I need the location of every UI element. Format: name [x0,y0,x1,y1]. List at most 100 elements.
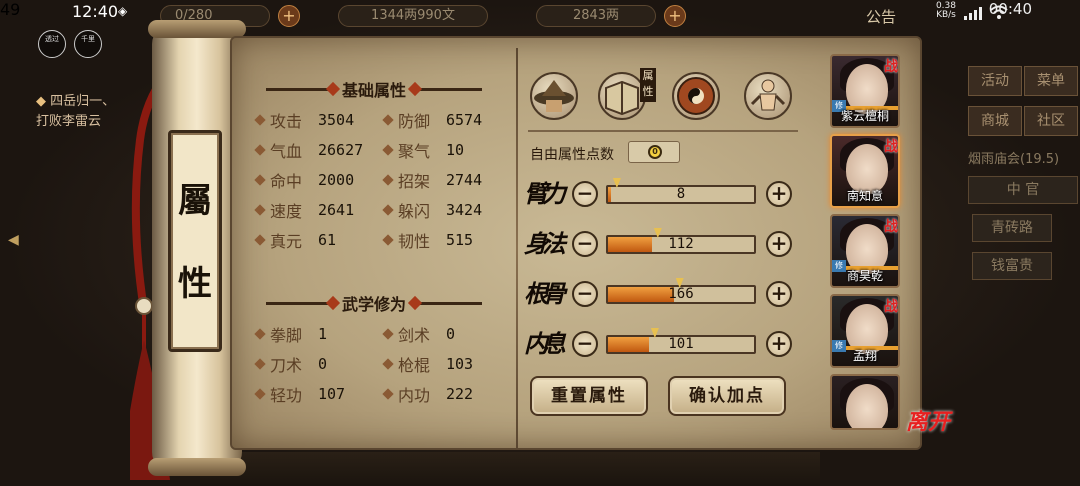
float-button-1[interactable]: 透过 [38,30,66,58]
character-card[interactable]: 战修商昊乾 [830,214,900,288]
reset-attributes-button[interactable]: 重置属性 [530,376,648,416]
diamond-bullet-icon [382,234,394,246]
add-resource-button[interactable]: + [278,5,300,27]
rich-button[interactable]: 钱富贵 [972,252,1052,280]
battle-badge: 战 [884,139,898,155]
panel-divider [516,48,518,448]
stat-value: 3424 [446,201,483,219]
stat-label: 内功 [398,386,431,405]
martial-stat-item: 剑术 0 [382,320,456,348]
free-points-value: 0 [648,145,662,159]
stat-label: 招架 [398,172,431,191]
activity-button[interactable]: 活动 [968,66,1022,96]
stat-value: 107 [318,385,346,403]
hat-icon [534,80,574,112]
increase-button[interactable]: + [766,331,792,357]
attribute-row: 身法 − 112 + [522,226,802,262]
stat-value: 61 [318,231,337,249]
character-card[interactable]: 战修紫云檀桐 [830,54,900,128]
leave-button[interactable]: 离开 [906,404,950,436]
confirm-points-button[interactable]: 确认加点 [668,376,786,416]
tab-meridian[interactable] [744,72,792,120]
bagua-icon [677,77,715,115]
diamond-bullet-icon [254,114,266,126]
diamond-bullet-icon [254,358,266,370]
community-button[interactable]: 社区 [1024,106,1078,136]
meridian-figure-icon [750,79,786,111]
road-button[interactable]: 青砖路 [972,214,1052,242]
martial-stats-title: 武学修为 [256,290,492,316]
diamond-bullet-icon [382,358,394,370]
stat-value: 0 [446,325,456,343]
stat-label: 攻击 [270,112,303,131]
attribute-bar: 112 [606,235,756,254]
tab-equipment[interactable] [530,72,578,120]
attribute-value: 8 [676,186,686,202]
tab-attributes[interactable] [598,72,646,120]
attribute-name: 臂力 [524,179,566,208]
diamond-bullet-icon [254,144,266,156]
add-silver-button[interactable]: + [664,5,686,27]
stat-value: 103 [446,355,474,373]
menu-button[interactable]: 菜单 [1024,66,1078,96]
diamond-bullet-icon [254,174,266,186]
diamond-bullet-icon [254,204,266,216]
quest-tracker[interactable]: ◆ 四岳归一、 打败李雷云 [36,92,115,132]
diamond-bullet-icon [382,114,394,126]
increase-button[interactable]: + [766,281,792,307]
basic-stat-item: 防御 6574 [382,106,483,134]
basic-stats-title: 基础属性 [256,76,492,102]
decrease-button[interactable]: − [572,231,598,257]
diamond-bullet-icon [254,388,266,400]
stat-label: 轻功 [270,386,303,405]
decrease-button[interactable]: − [572,181,598,207]
collapse-arrow-icon[interactable]: ◀ [8,232,26,254]
attribute-bar: 166 [606,285,756,304]
stat-value: 2000 [318,171,355,189]
character-card[interactable] [830,374,900,430]
book-icon [605,80,639,116]
stat-value: 0 [318,355,328,373]
tab-bagua[interactable] [672,72,720,120]
increase-button[interactable]: + [766,231,792,257]
diamond-bullet-icon [382,388,394,400]
bottom-menu-bar [200,452,820,486]
attribute-row: 根骨 − 166 + [522,276,802,312]
character-card[interactable]: 战南知意 [830,134,900,208]
layers-icon: ◈ [118,4,128,18]
stat-label: 刀术 [270,356,303,375]
decrease-button[interactable]: − [572,281,598,307]
martial-stat-item: 内功 222 [382,380,473,408]
stat-label: 聚气 [398,142,431,161]
game-screen: { "status_bar": {"time_left": "12:40", "… [0,0,1080,486]
increase-button[interactable]: + [766,181,792,207]
character-card[interactable]: 战修孟翔 [830,294,900,368]
announcement-button[interactable]: 公告 [866,6,896,27]
shop-button[interactable]: 商城 [968,106,1022,136]
diamond-bullet-icon [382,204,394,216]
basic-stat-item: 攻击 3504 [254,106,354,134]
middle-tab[interactable]: 中 官 [968,176,1078,204]
basic-stat-item: 气血 26627 [254,136,363,164]
coins-display: 1344两990文 [338,5,488,27]
tab-active-label: 属性 [640,68,656,102]
decrease-button[interactable]: − [572,331,598,357]
clock-left: 12:40 [72,2,119,21]
event-label[interactable]: 烟雨庙会(19.5) [968,148,1059,167]
martial-stat-item: 枪棍 103 [382,350,474,378]
stat-label: 真元 [270,232,303,251]
character-name: 南知意 [846,189,883,203]
attribute-bar: 8 [606,185,756,204]
battle-badge: 战 [884,299,898,315]
stat-value: 6574 [446,111,483,129]
attribute-value: 101 [668,336,694,352]
attribute-row: 臂力 − 8 + [522,176,802,212]
character-list: 战修紫云檀桐战南知意战修商昊乾战修孟翔 [826,54,904,438]
stat-label: 命中 [270,172,303,191]
stat-label: 剑术 [398,326,431,345]
diamond-bullet-icon [382,144,394,156]
stat-label: 速度 [270,202,303,221]
float-button-2[interactable]: 千里 [74,30,102,58]
stat-label: 拳脚 [270,326,303,345]
martial-stat-item: 刀术 0 [254,350,328,378]
